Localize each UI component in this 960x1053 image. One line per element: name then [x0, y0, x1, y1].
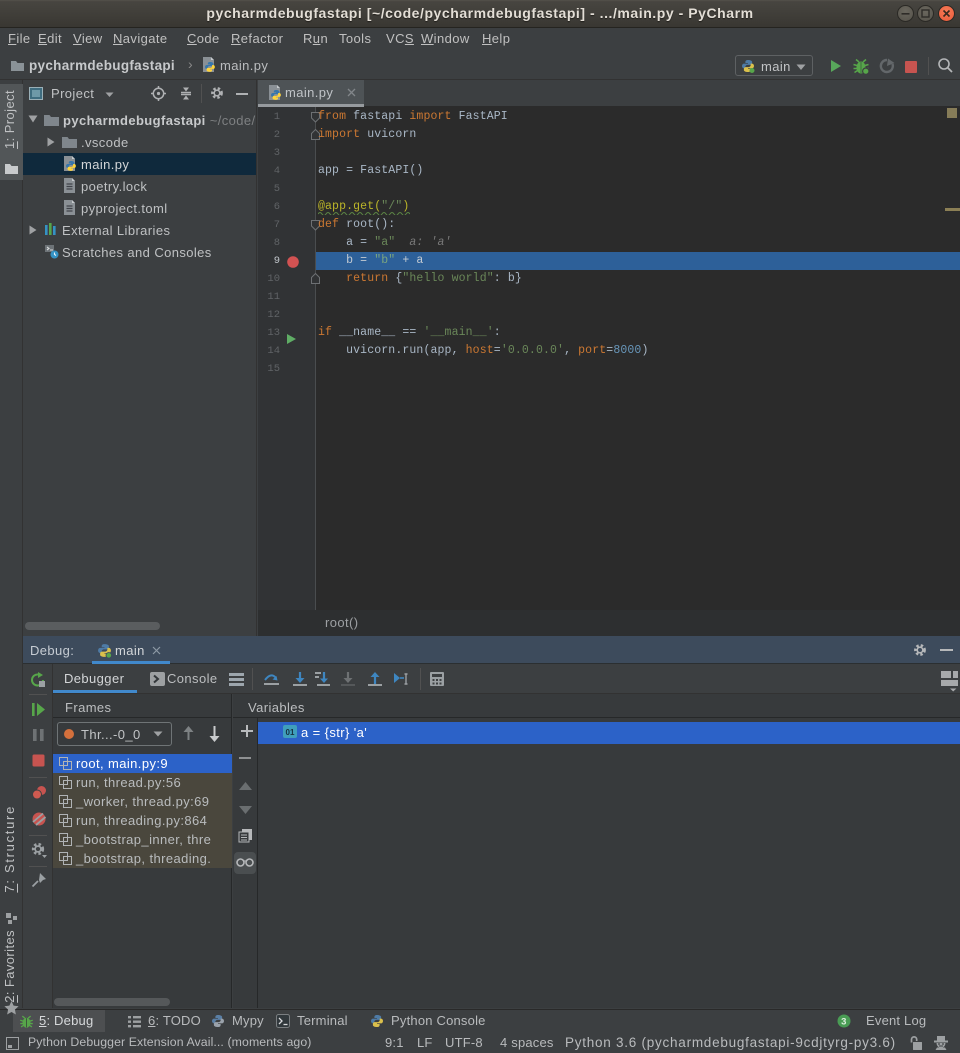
svg-text:3: 3 [841, 1017, 847, 1028]
